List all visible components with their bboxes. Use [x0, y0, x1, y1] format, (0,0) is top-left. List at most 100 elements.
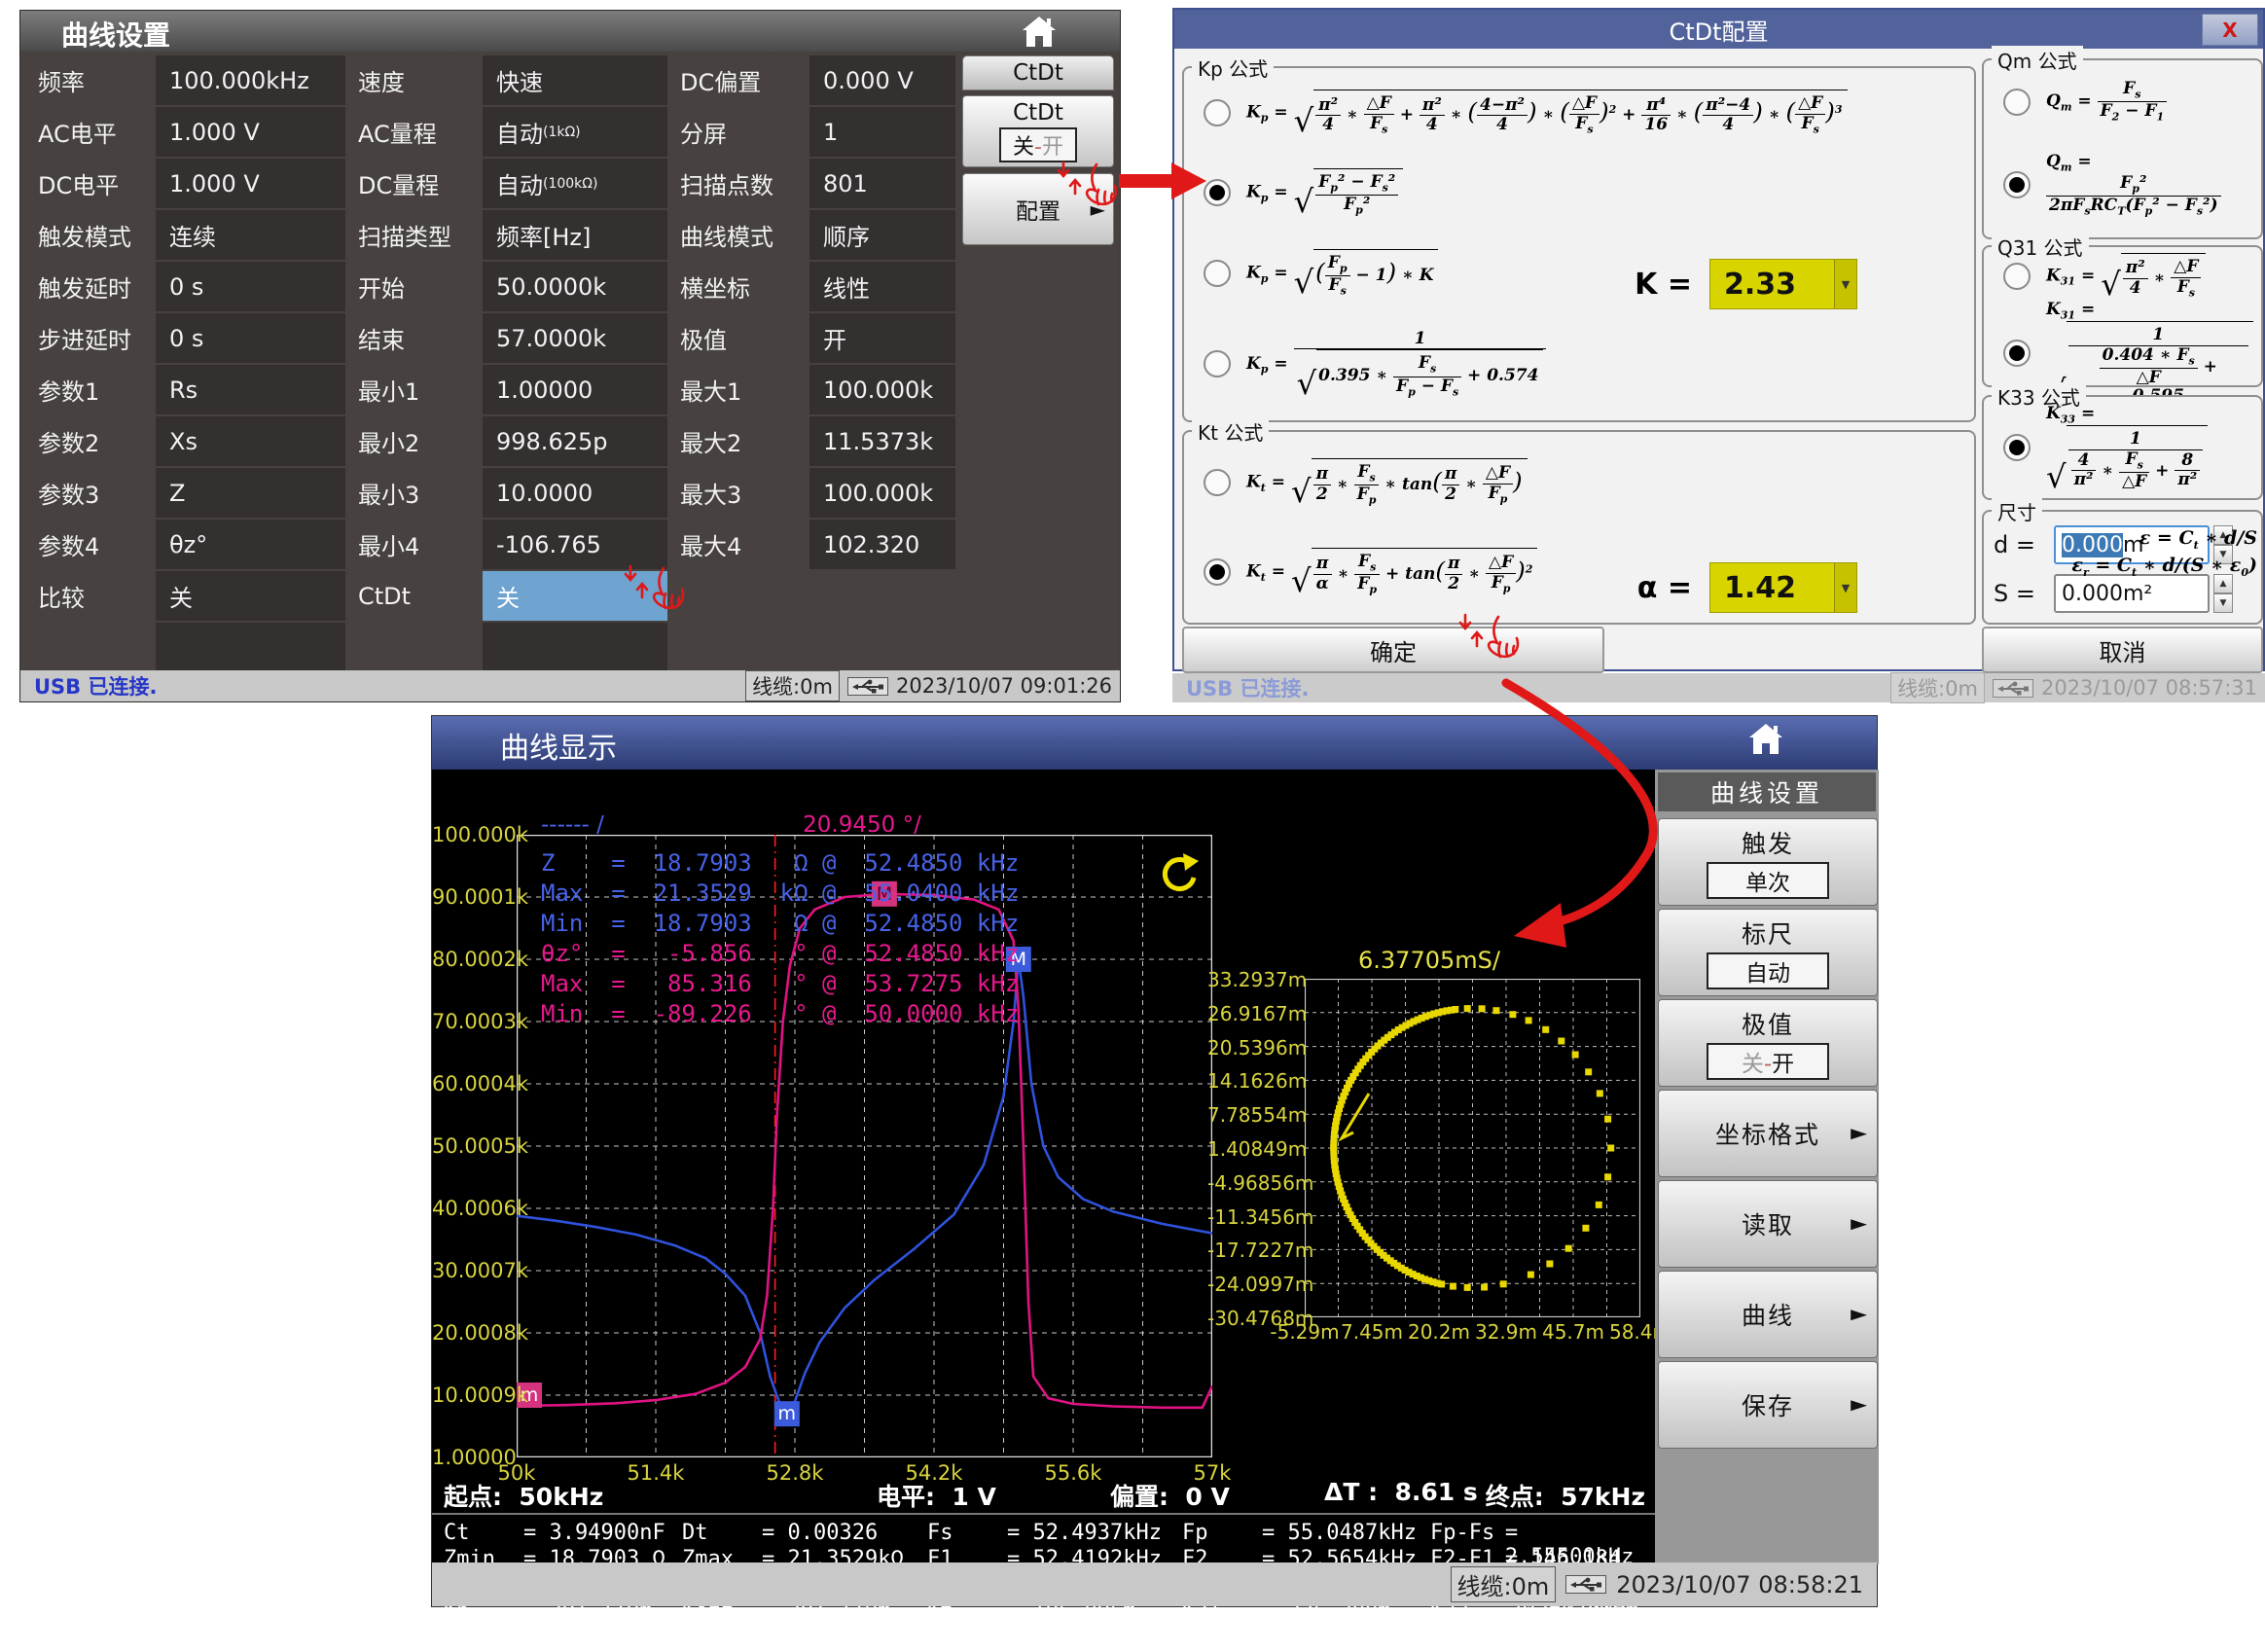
setting-value[interactable]: 998.625p	[483, 416, 667, 466]
setting-value[interactable]: 自动(1kΩ)	[483, 107, 667, 157]
readout-line: Max = 85.316 ° @ 53.7275 kHz	[541, 970, 1019, 997]
setting-value[interactable]: 0 s	[156, 313, 345, 363]
qm-radio[interactable]	[2003, 89, 2031, 116]
k-dropdown[interactable]: 2.33 ▼	[1709, 259, 1857, 309]
menu-item-读取[interactable]: 读取►	[1658, 1180, 1878, 1268]
toggle-on-label: 开	[1772, 1052, 1794, 1077]
cancel-button[interactable]: 取消	[1982, 627, 2263, 673]
setting-value[interactable]: 1.000 V	[156, 107, 345, 157]
menu-item-label: 保存	[1742, 1387, 1794, 1422]
q31-option[interactable]: K31 = √π²4 ∗ △FFs	[1992, 253, 2253, 300]
config-button[interactable]: 配置►	[962, 173, 1114, 245]
setting-value[interactable]: Z	[156, 468, 345, 518]
qm-option[interactable]: Qm = FsF2 − F1	[1992, 80, 2253, 124]
ctdt-toggle-button[interactable]: CtDt关-开	[962, 95, 1114, 167]
setting-label	[348, 623, 480, 672]
table-cell: Fs= 52.4937kHz	[927, 1521, 1182, 1547]
kp-formula: Kp = 1√0.395 ∗ FsFp − Fs + 0.574	[1246, 330, 1546, 399]
setting-value[interactable]: 102.320	[809, 520, 955, 569]
setting-value[interactable]: 100.000k	[809, 365, 955, 414]
x-axis-tick: 32.9m	[1467, 1320, 1545, 1344]
menu-item-触发[interactable]: 触发单次	[1658, 818, 1878, 906]
menu-item-曲线[interactable]: 曲线►	[1658, 1271, 1878, 1358]
ok-button[interactable]: 确定	[1182, 627, 1604, 673]
setting-value[interactable]	[156, 623, 345, 672]
setting-value[interactable]: Xs	[156, 416, 345, 466]
kt-radio[interactable]	[1204, 558, 1231, 586]
kt-option[interactable]: Kt = √π2 ∗ FsFp ∗ tan(π2 ∗ △FFp)	[1192, 458, 1966, 507]
refresh-rotate-icon[interactable]	[1154, 851, 1201, 902]
q31-radio[interactable]	[2003, 263, 2031, 290]
kp-radio[interactable]	[1204, 99, 1231, 126]
qm-radio[interactable]	[2003, 171, 2031, 198]
setting-value[interactable]: 快速	[483, 55, 667, 105]
setting-value[interactable]: 1.00000	[483, 365, 667, 414]
data-point	[1526, 1017, 1532, 1024]
ctdt-tab[interactable]: CtDt	[962, 55, 1114, 90]
menu-item-极值[interactable]: 极值关-开	[1658, 999, 1878, 1087]
setting-value[interactable]: 1.000 V	[156, 159, 345, 208]
setting-value[interactable]: 顺序	[809, 210, 955, 260]
clock-text: 2023/10/07 08:57:31	[2041, 676, 2257, 700]
setting-value[interactable]: 50.0000k	[483, 262, 667, 311]
kp-radio[interactable]	[1204, 350, 1231, 377]
setting-value[interactable]: -106.765	[483, 520, 667, 569]
setting-value[interactable]: 0.000 V	[809, 55, 955, 105]
setting-value[interactable]: 关	[483, 571, 667, 621]
qm-option[interactable]: Qm = Fp²2πFsRCT(Fp² − Fs²)	[1992, 152, 2253, 217]
k33-option[interactable]: K33 = √14π² ∗ Fs△F + 8π²	[1992, 404, 2253, 492]
setting-value	[809, 571, 955, 621]
setting-value[interactable]: 连续	[156, 210, 345, 260]
setting-value[interactable]	[483, 623, 667, 672]
menu-item-坐标格式[interactable]: 坐标格式►	[1658, 1090, 1878, 1177]
y-axis-tick: 90.0001k	[432, 885, 514, 909]
k33-radio[interactable]	[2003, 434, 2031, 461]
kp-radio[interactable]	[1204, 260, 1231, 287]
ctdt-on-off-toggle[interactable]: 关-开	[999, 127, 1077, 162]
home-icon[interactable]	[1747, 721, 1784, 762]
readout-line: Min = 18.7903 Ω @ 52.4850 kHz	[541, 910, 1019, 937]
s-input[interactable]: 0.000m²	[2054, 574, 2210, 613]
table-cell: ε= 3.94900n	[682, 1626, 927, 1652]
setting-value[interactable]: θz°	[156, 520, 345, 569]
q31-radio[interactable]	[2003, 340, 2031, 367]
kp-option[interactable]: Kp = √Fp² − Fs²Fp²	[1192, 168, 1966, 217]
setting-value[interactable]: 100.000k	[809, 468, 955, 518]
s-row: S = 0.000m² ▲▼	[1994, 574, 2233, 613]
setting-value[interactable]: 10.0000	[483, 468, 667, 518]
alpha-dropdown[interactable]: 1.42 ▼	[1709, 562, 1857, 613]
y-axis-tick: 100.000k	[432, 823, 514, 846]
kp-radio[interactable]	[1204, 179, 1231, 206]
close-icon[interactable]: X	[2202, 14, 2258, 46]
setting-value[interactable]: 频率[Hz]	[483, 210, 667, 260]
menu-item-toggle[interactable]: 关-开	[1707, 1043, 1829, 1080]
setting-value[interactable]: 11.5373k	[809, 416, 955, 466]
chevron-down-icon[interactable]: ▼	[1834, 563, 1856, 612]
menu-item-label: 读取	[1742, 1206, 1794, 1241]
setting-value[interactable]: 1	[809, 107, 955, 157]
chevron-down-icon[interactable]: ▼	[1834, 260, 1856, 308]
setting-value[interactable]: 801	[809, 159, 955, 208]
kt-radio[interactable]	[1204, 469, 1231, 496]
marker-m[interactable]: m	[774, 1401, 800, 1426]
bottom-status-bar: 线缆:0m2023/10/07 08:58:21	[432, 1562, 1877, 1606]
setting-value[interactable]: 开	[809, 313, 955, 363]
setting-value[interactable]: 57.0000k	[483, 313, 667, 363]
menu-item-保存[interactable]: 保存►	[1658, 1361, 1878, 1449]
home-icon[interactable]	[1021, 14, 1058, 54]
y-axis-tick: -24.0997m	[1207, 1273, 1300, 1296]
setting-value[interactable]: 100.000kHz	[156, 55, 345, 105]
setting-value[interactable]: 线性	[809, 262, 955, 311]
dialog-titlebar: CtDt配置	[1174, 10, 2263, 49]
data-point	[1607, 1145, 1614, 1152]
menu-item-标尺[interactable]: 标尺自动	[1658, 909, 1878, 996]
annotation-arrow-right	[1119, 174, 1171, 188]
setting-value[interactable]: Rs	[156, 365, 345, 414]
setting-value[interactable]: 关	[156, 571, 345, 621]
kp-option[interactable]: Kp = 1√0.395 ∗ FsFp − Fs + 0.574	[1192, 330, 1966, 399]
kp-option[interactable]: Kp = √π²4 ∗ △FFs + π²4 ∗ (4−π²4) ∗ (△FFs…	[1192, 90, 1966, 136]
setting-value[interactable]: 0 s	[156, 262, 345, 311]
setting-label: 最小2	[348, 416, 480, 466]
setting-value[interactable]: 自动(100kΩ)	[483, 159, 667, 208]
s-stepper[interactable]: ▲▼	[2213, 574, 2233, 613]
